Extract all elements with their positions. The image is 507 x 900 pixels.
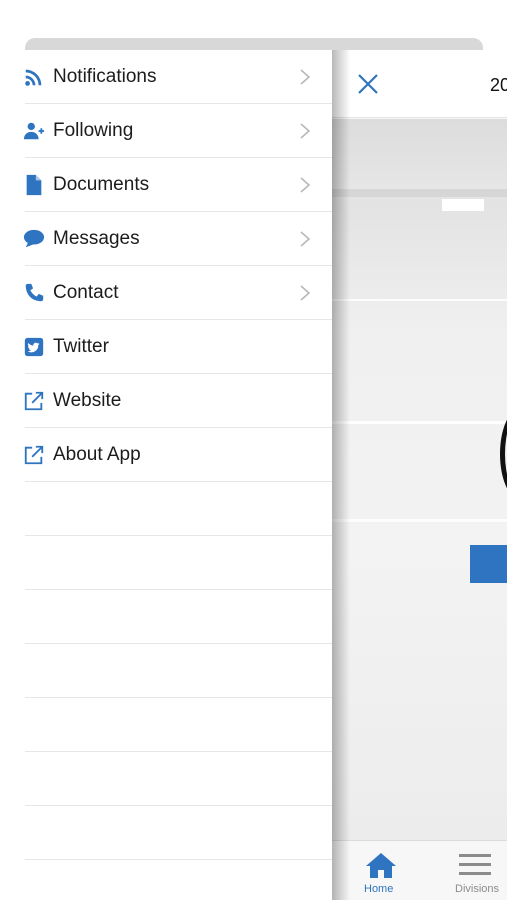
- drawer-shadow: [332, 50, 350, 900]
- panel-header: 20: [332, 50, 507, 118]
- hero-image: [332, 119, 507, 841]
- hero-field-line: [332, 519, 507, 522]
- hero-fence: [332, 189, 507, 197]
- rss-icon: [22, 65, 46, 89]
- home-icon: [364, 851, 398, 879]
- close-button[interactable]: [356, 72, 380, 96]
- external-link-icon: [22, 443, 46, 467]
- tab-divisions[interactable]: Divisions: [442, 841, 507, 900]
- menu-item-label: Notifications: [53, 66, 157, 87]
- hero-field-line: [332, 421, 507, 424]
- hero-trees: [332, 119, 507, 189]
- tab-home-label: Home: [364, 883, 394, 895]
- hero-sign: [442, 199, 484, 211]
- menu-item-label: Twitter: [53, 336, 109, 357]
- chevron-right-icon: [299, 176, 313, 194]
- twitter-icon: [22, 335, 46, 359]
- menu-item-label: About App: [53, 444, 141, 465]
- menu-item-following[interactable]: Following: [0, 104, 332, 158]
- menu-item-documents[interactable]: Documents: [0, 158, 332, 212]
- user-plus-icon: [22, 119, 46, 143]
- side-drawer: Notifications Following Documents Messag…: [0, 50, 332, 900]
- empty-row-divider: [25, 535, 332, 536]
- document-icon: [22, 173, 46, 197]
- chevron-right-icon: [299, 230, 313, 248]
- hero-field-line: [332, 299, 507, 301]
- hero-action-button[interactable]: [470, 545, 507, 583]
- empty-row-divider: [25, 751, 332, 752]
- menu-lines-icon: [458, 851, 492, 879]
- tab-divisions-label: Divisions: [455, 883, 500, 895]
- menu-item-label: Messages: [53, 228, 140, 249]
- menu-item-notifications[interactable]: Notifications: [0, 50, 332, 104]
- chevron-right-icon: [299, 68, 313, 86]
- menu-item-contact[interactable]: Contact: [0, 266, 332, 320]
- chevron-right-icon: [299, 122, 313, 140]
- menu-item-label: Documents: [53, 174, 150, 195]
- chat-bubble-icon: [22, 227, 46, 251]
- empty-row-divider: [25, 589, 332, 590]
- tab-home[interactable]: Home: [342, 841, 422, 900]
- phone-icon: [22, 281, 46, 305]
- main-panel: 20 Home Divisions: [332, 50, 507, 900]
- header-title: 20: [490, 75, 507, 95]
- menu-item-label: Contact: [53, 282, 119, 303]
- close-icon: [358, 74, 378, 94]
- empty-row-divider: [25, 643, 332, 644]
- empty-row-divider: [25, 697, 332, 698]
- empty-row-divider: [25, 805, 332, 806]
- menu-item-about-app[interactable]: About App: [0, 428, 332, 482]
- menu-item-label: Following: [53, 120, 134, 141]
- chevron-right-icon: [299, 284, 313, 302]
- divider: [25, 481, 332, 482]
- external-link-icon: [22, 389, 46, 413]
- menu-item-twitter[interactable]: Twitter: [0, 320, 332, 374]
- tab-bar: Home Divisions: [332, 840, 507, 900]
- menu-item-label: Website: [53, 390, 122, 411]
- menu-item-website[interactable]: Website: [0, 374, 332, 428]
- empty-row-divider: [25, 859, 332, 860]
- menu-item-messages[interactable]: Messages: [0, 212, 332, 266]
